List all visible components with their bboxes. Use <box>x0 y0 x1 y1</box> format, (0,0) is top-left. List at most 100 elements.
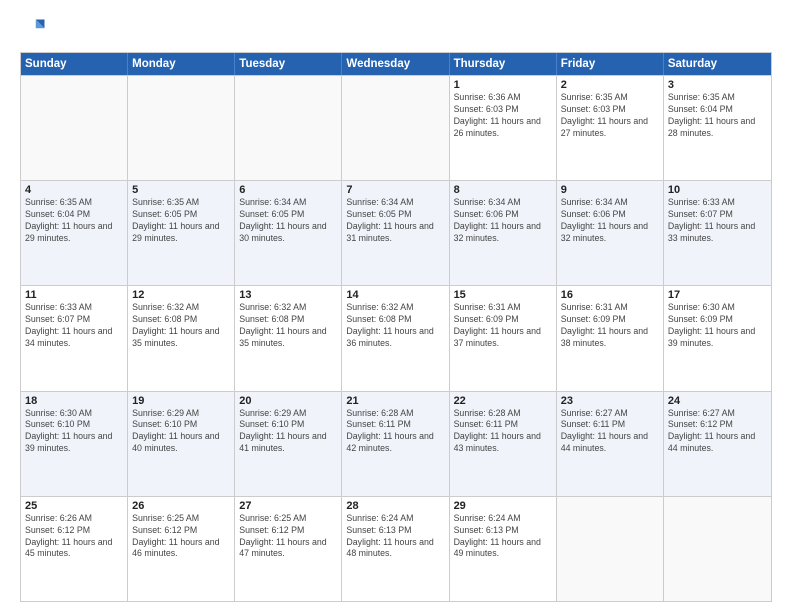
calendar-header-cell: Tuesday <box>235 53 342 75</box>
day-number: 13 <box>239 289 337 301</box>
day-number: 11 <box>25 289 123 301</box>
day-cell: 26Sunrise: 6:25 AM Sunset: 6:12 PM Dayli… <box>128 497 235 601</box>
day-number: 15 <box>454 289 552 301</box>
logo <box>20 16 52 44</box>
calendar-header: SundayMondayTuesdayWednesdayThursdayFrid… <box>21 53 771 75</box>
day-number: 9 <box>561 184 659 196</box>
day-number: 29 <box>454 500 552 512</box>
day-number: 17 <box>668 289 767 301</box>
calendar: SundayMondayTuesdayWednesdayThursdayFrid… <box>20 52 772 602</box>
day-info: Sunrise: 6:35 AM Sunset: 6:03 PM Dayligh… <box>561 92 659 140</box>
day-info: Sunrise: 6:29 AM Sunset: 6:10 PM Dayligh… <box>239 408 337 456</box>
day-number: 5 <box>132 184 230 196</box>
day-info: Sunrise: 6:34 AM Sunset: 6:05 PM Dayligh… <box>239 197 337 245</box>
day-info: Sunrise: 6:29 AM Sunset: 6:10 PM Dayligh… <box>132 408 230 456</box>
day-cell: 1Sunrise: 6:36 AM Sunset: 6:03 PM Daylig… <box>450 76 557 180</box>
day-info: Sunrise: 6:27 AM Sunset: 6:12 PM Dayligh… <box>668 408 767 456</box>
page: SundayMondayTuesdayWednesdayThursdayFrid… <box>0 0 792 612</box>
day-number: 12 <box>132 289 230 301</box>
day-number: 6 <box>239 184 337 196</box>
header-area <box>20 16 772 44</box>
day-cell: 12Sunrise: 6:32 AM Sunset: 6:08 PM Dayli… <box>128 286 235 390</box>
day-number: 1 <box>454 79 552 91</box>
day-cell: 24Sunrise: 6:27 AM Sunset: 6:12 PM Dayli… <box>664 392 771 496</box>
day-cell: 11Sunrise: 6:33 AM Sunset: 6:07 PM Dayli… <box>21 286 128 390</box>
day-number: 22 <box>454 395 552 407</box>
day-info: Sunrise: 6:26 AM Sunset: 6:12 PM Dayligh… <box>25 513 123 561</box>
day-info: Sunrise: 6:31 AM Sunset: 6:09 PM Dayligh… <box>454 302 552 350</box>
empty-cell <box>235 76 342 180</box>
day-number: 28 <box>346 500 444 512</box>
day-info: Sunrise: 6:32 AM Sunset: 6:08 PM Dayligh… <box>132 302 230 350</box>
day-number: 19 <box>132 395 230 407</box>
day-cell: 10Sunrise: 6:33 AM Sunset: 6:07 PM Dayli… <box>664 181 771 285</box>
empty-cell <box>342 76 449 180</box>
day-info: Sunrise: 6:28 AM Sunset: 6:11 PM Dayligh… <box>454 408 552 456</box>
day-cell: 16Sunrise: 6:31 AM Sunset: 6:09 PM Dayli… <box>557 286 664 390</box>
day-number: 23 <box>561 395 659 407</box>
day-cell: 7Sunrise: 6:34 AM Sunset: 6:05 PM Daylig… <box>342 181 449 285</box>
day-cell: 9Sunrise: 6:34 AM Sunset: 6:06 PM Daylig… <box>557 181 664 285</box>
logo-icon <box>20 16 48 44</box>
day-cell: 17Sunrise: 6:30 AM Sunset: 6:09 PM Dayli… <box>664 286 771 390</box>
day-info: Sunrise: 6:32 AM Sunset: 6:08 PM Dayligh… <box>346 302 444 350</box>
day-info: Sunrise: 6:35 AM Sunset: 6:04 PM Dayligh… <box>668 92 767 140</box>
day-number: 20 <box>239 395 337 407</box>
calendar-row: 18Sunrise: 6:30 AM Sunset: 6:10 PM Dayli… <box>21 391 771 496</box>
calendar-header-cell: Saturday <box>664 53 771 75</box>
day-cell: 2Sunrise: 6:35 AM Sunset: 6:03 PM Daylig… <box>557 76 664 180</box>
day-cell: 27Sunrise: 6:25 AM Sunset: 6:12 PM Dayli… <box>235 497 342 601</box>
day-cell: 5Sunrise: 6:35 AM Sunset: 6:05 PM Daylig… <box>128 181 235 285</box>
calendar-header-cell: Wednesday <box>342 53 449 75</box>
calendar-header-cell: Friday <box>557 53 664 75</box>
day-info: Sunrise: 6:30 AM Sunset: 6:10 PM Dayligh… <box>25 408 123 456</box>
day-cell: 20Sunrise: 6:29 AM Sunset: 6:10 PM Dayli… <box>235 392 342 496</box>
day-cell: 8Sunrise: 6:34 AM Sunset: 6:06 PM Daylig… <box>450 181 557 285</box>
calendar-body: 1Sunrise: 6:36 AM Sunset: 6:03 PM Daylig… <box>21 75 771 601</box>
day-cell: 14Sunrise: 6:32 AM Sunset: 6:08 PM Dayli… <box>342 286 449 390</box>
day-number: 25 <box>25 500 123 512</box>
day-info: Sunrise: 6:28 AM Sunset: 6:11 PM Dayligh… <box>346 408 444 456</box>
day-cell: 28Sunrise: 6:24 AM Sunset: 6:13 PM Dayli… <box>342 497 449 601</box>
day-cell: 15Sunrise: 6:31 AM Sunset: 6:09 PM Dayli… <box>450 286 557 390</box>
day-number: 8 <box>454 184 552 196</box>
day-info: Sunrise: 6:31 AM Sunset: 6:09 PM Dayligh… <box>561 302 659 350</box>
day-number: 27 <box>239 500 337 512</box>
calendar-header-cell: Thursday <box>450 53 557 75</box>
day-cell: 13Sunrise: 6:32 AM Sunset: 6:08 PM Dayli… <box>235 286 342 390</box>
day-info: Sunrise: 6:25 AM Sunset: 6:12 PM Dayligh… <box>132 513 230 561</box>
calendar-row: 4Sunrise: 6:35 AM Sunset: 6:04 PM Daylig… <box>21 180 771 285</box>
calendar-row: 25Sunrise: 6:26 AM Sunset: 6:12 PM Dayli… <box>21 496 771 601</box>
calendar-row: 1Sunrise: 6:36 AM Sunset: 6:03 PM Daylig… <box>21 75 771 180</box>
day-info: Sunrise: 6:32 AM Sunset: 6:08 PM Dayligh… <box>239 302 337 350</box>
day-cell: 4Sunrise: 6:35 AM Sunset: 6:04 PM Daylig… <box>21 181 128 285</box>
day-number: 3 <box>668 79 767 91</box>
day-number: 21 <box>346 395 444 407</box>
day-cell: 21Sunrise: 6:28 AM Sunset: 6:11 PM Dayli… <box>342 392 449 496</box>
day-cell: 3Sunrise: 6:35 AM Sunset: 6:04 PM Daylig… <box>664 76 771 180</box>
day-cell: 6Sunrise: 6:34 AM Sunset: 6:05 PM Daylig… <box>235 181 342 285</box>
day-cell: 23Sunrise: 6:27 AM Sunset: 6:11 PM Dayli… <box>557 392 664 496</box>
day-info: Sunrise: 6:25 AM Sunset: 6:12 PM Dayligh… <box>239 513 337 561</box>
empty-cell <box>557 497 664 601</box>
empty-cell <box>128 76 235 180</box>
day-info: Sunrise: 6:30 AM Sunset: 6:09 PM Dayligh… <box>668 302 767 350</box>
day-number: 10 <box>668 184 767 196</box>
day-info: Sunrise: 6:33 AM Sunset: 6:07 PM Dayligh… <box>668 197 767 245</box>
day-cell: 22Sunrise: 6:28 AM Sunset: 6:11 PM Dayli… <box>450 392 557 496</box>
day-info: Sunrise: 6:27 AM Sunset: 6:11 PM Dayligh… <box>561 408 659 456</box>
day-number: 16 <box>561 289 659 301</box>
day-info: Sunrise: 6:36 AM Sunset: 6:03 PM Dayligh… <box>454 92 552 140</box>
day-info: Sunrise: 6:24 AM Sunset: 6:13 PM Dayligh… <box>346 513 444 561</box>
day-cell: 19Sunrise: 6:29 AM Sunset: 6:10 PM Dayli… <box>128 392 235 496</box>
day-number: 24 <box>668 395 767 407</box>
day-cell: 18Sunrise: 6:30 AM Sunset: 6:10 PM Dayli… <box>21 392 128 496</box>
day-cell: 25Sunrise: 6:26 AM Sunset: 6:12 PM Dayli… <box>21 497 128 601</box>
calendar-row: 11Sunrise: 6:33 AM Sunset: 6:07 PM Dayli… <box>21 285 771 390</box>
calendar-header-cell: Sunday <box>21 53 128 75</box>
day-cell: 29Sunrise: 6:24 AM Sunset: 6:13 PM Dayli… <box>450 497 557 601</box>
calendar-header-cell: Monday <box>128 53 235 75</box>
day-info: Sunrise: 6:24 AM Sunset: 6:13 PM Dayligh… <box>454 513 552 561</box>
empty-cell <box>664 497 771 601</box>
day-info: Sunrise: 6:35 AM Sunset: 6:04 PM Dayligh… <box>25 197 123 245</box>
